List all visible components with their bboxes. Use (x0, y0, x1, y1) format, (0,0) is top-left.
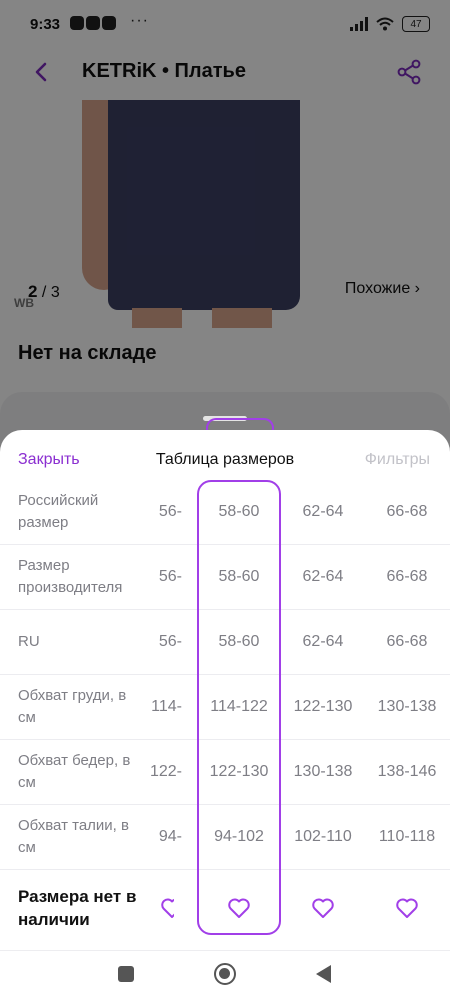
heart-icon (161, 898, 174, 918)
size-table: Российский размер -56 58-60 62-64 66-68 … (0, 480, 450, 945)
availability-label: Размера нет в наличии (18, 886, 137, 929)
table-row: Российский размер -56 58-60 62-64 66-68 (0, 480, 450, 545)
size-cell[interactable]: 58-60 (197, 633, 281, 651)
size-cell[interactable]: 138-146 (365, 763, 449, 781)
recent-apps-icon[interactable] (118, 966, 134, 982)
size-cell[interactable]: -56 (134, 633, 198, 651)
size-cell[interactable]: 66-68 (365, 633, 449, 651)
home-icon[interactable] (214, 963, 236, 985)
size-cell[interactable]: 58-60 (197, 568, 281, 586)
table-row: Обхват бедер, в см -122 122-130 130-138 … (0, 740, 450, 805)
size-cell[interactable]: 94-102 (197, 828, 281, 846)
size-cell[interactable]: 66-68 (365, 568, 449, 586)
sheet-header: Закрыть Таблица размеров Фильтры (0, 430, 450, 480)
table-row: Обхват талии, в см -94 94-102 102-110 11… (0, 805, 450, 870)
table-row: RU -56 58-60 62-64 66-68 (0, 610, 450, 675)
size-cell[interactable]: 102-110 (281, 828, 365, 846)
size-cell[interactable]: -114 (134, 698, 198, 716)
heart-icon (228, 898, 250, 918)
size-cell[interactable]: 122-130 (197, 763, 281, 781)
size-cell[interactable]: 122-130 (281, 698, 365, 716)
table-row: Размер производителя -56 58-60 62-64 66-… (0, 545, 450, 610)
table-row: Обхват груди, в см -114 114-122 122-130 … (0, 675, 450, 740)
row-label: Обхват груди, в см (18, 687, 127, 726)
favorite-button[interactable] (197, 894, 281, 922)
size-cell[interactable]: 110-118 (365, 828, 449, 846)
size-cell[interactable]: -122 (134, 763, 198, 781)
size-chart-sheet: Закрыть Таблица размеров Фильтры Российс… (0, 430, 450, 950)
back-triangle-icon[interactable] (316, 965, 331, 983)
system-nav-bar (0, 950, 450, 1000)
size-cell[interactable]: 58-60 (197, 503, 281, 521)
row-label: Обхват талии, в см (18, 817, 129, 856)
size-cell[interactable]: 130-138 (365, 698, 449, 716)
row-label: Российский размер (18, 492, 99, 531)
row-label: Размер производителя (18, 557, 123, 596)
row-label: Обхват бедер, в см (18, 752, 131, 791)
heart-icon (396, 898, 418, 918)
size-cell[interactable]: 66-68 (365, 503, 449, 521)
size-cell[interactable]: 62-64 (281, 503, 365, 521)
availability-row: Размера нет в наличии (0, 870, 450, 945)
size-cell[interactable]: -56 (134, 503, 198, 521)
size-cell[interactable]: 62-64 (281, 633, 365, 651)
size-cell[interactable]: 130-138 (281, 763, 365, 781)
size-cell[interactable]: -56 (134, 568, 198, 586)
favorite-button[interactable] (365, 894, 449, 922)
heart-icon (312, 898, 334, 918)
favorite-button[interactable] (140, 894, 174, 922)
row-label: RU (18, 633, 40, 650)
size-cell[interactable]: 114-122 (197, 698, 281, 716)
size-cell[interactable]: -94 (134, 828, 198, 846)
favorite-button[interactable] (281, 894, 365, 922)
filters-button[interactable]: Фильтры (365, 451, 430, 469)
size-cell[interactable]: 62-64 (281, 568, 365, 586)
